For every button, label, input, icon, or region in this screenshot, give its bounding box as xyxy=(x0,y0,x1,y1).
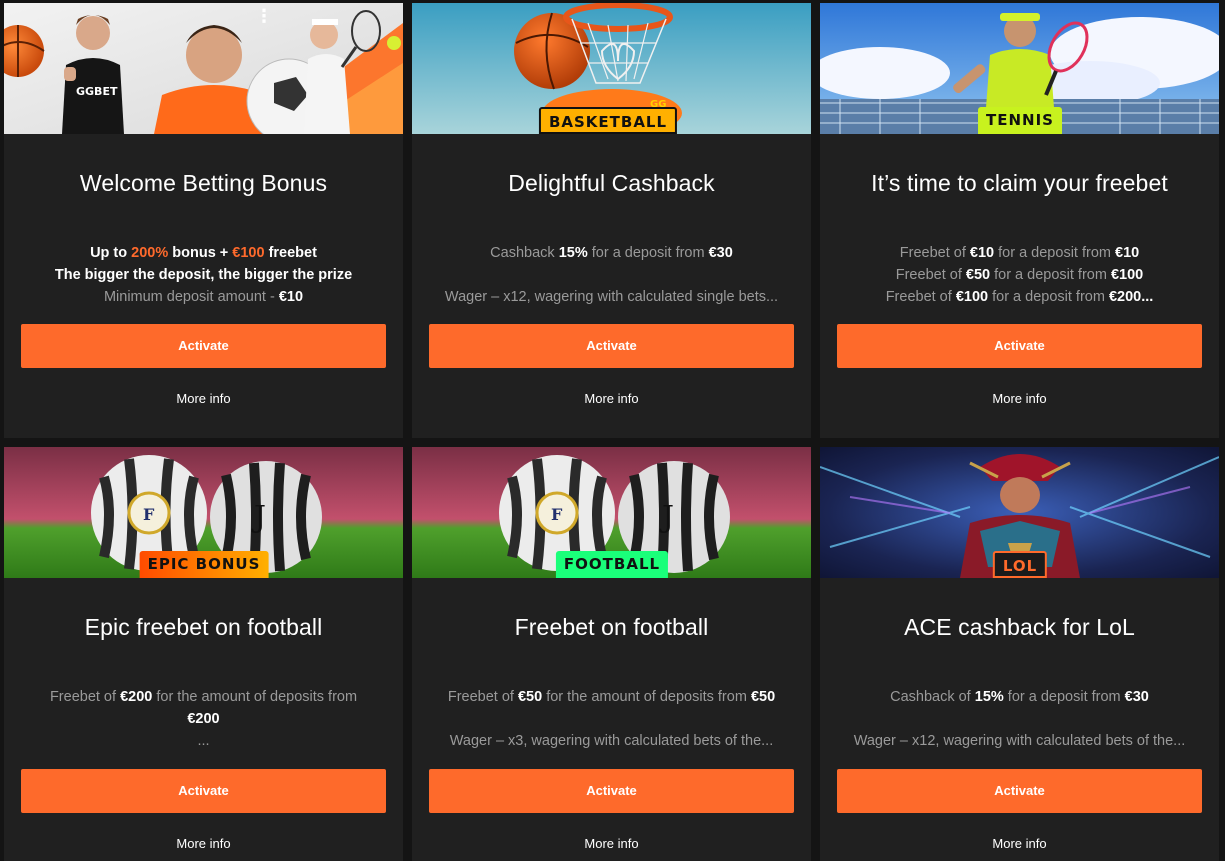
promo-banner-image: F J EPIC BONUS xyxy=(4,447,403,578)
more-info-link[interactable]: More info xyxy=(4,391,403,406)
activate-button[interactable]: Activate xyxy=(837,324,1202,368)
promo-description: Freebet of €50 for the amount of deposit… xyxy=(447,689,776,749)
promo-description: Cashback 15% for a deposit from €30 Wage… xyxy=(444,245,779,305)
more-info-link[interactable]: More info xyxy=(4,836,403,851)
more-info-link[interactable]: More info xyxy=(412,836,811,851)
more-info-link[interactable]: More info xyxy=(820,836,1219,851)
promo-description: Up to 200% bonus + €100 freebet The bigg… xyxy=(54,245,353,305)
activate-button[interactable]: Activate xyxy=(837,769,1202,813)
promo-title: Delightful Cashback xyxy=(508,170,715,196)
promo-banner-image: GG BASKETBALL xyxy=(412,3,811,134)
svg-text:GGBET: GGBET xyxy=(76,85,118,98)
promo-title: Epic freebet on football xyxy=(84,614,323,640)
activate-button[interactable]: Activate xyxy=(21,324,386,368)
promo-title: It’s time to claim your freebet xyxy=(871,170,1168,196)
more-options-icon[interactable]: ⋮ xyxy=(255,7,273,25)
promo-title: ACE cashback for LoL xyxy=(904,614,1135,640)
svg-text:F: F xyxy=(551,505,563,524)
more-info-link[interactable]: More info xyxy=(820,391,1219,406)
svg-text:J: J xyxy=(659,500,674,535)
promo-banner-image: F J FOOTBALL xyxy=(412,447,811,578)
promo-description: Freebet of €200 for the amount of deposi… xyxy=(49,689,358,749)
promo-description: Freebet of €10 for a deposit from €10 Fr… xyxy=(885,245,1154,305)
promo-description: Cashback of 15% for a deposit from €30 W… xyxy=(853,689,1186,749)
more-info-link[interactable]: More info xyxy=(412,391,811,406)
category-badge: FOOTBALL xyxy=(555,551,669,578)
athletes-illustration: GGBET xyxy=(4,3,403,134)
promo-card-freebet: TENNIS It’s time to claim your freebet F… xyxy=(820,3,1219,438)
promo-banner-image: TENNIS xyxy=(820,3,1219,134)
category-badge: TENNIS xyxy=(978,107,1062,134)
promo-banner-image: GGBET ⋮ xyxy=(4,3,403,134)
promo-title: Welcome Betting Bonus xyxy=(79,170,328,196)
promo-title: Freebet on football xyxy=(514,614,709,640)
category-badge: EPIC BONUS xyxy=(139,551,269,578)
promo-card-football-freebet: F J FOOTBALL Freebet on football Freebet… xyxy=(412,447,811,861)
category-badge: LOL xyxy=(992,551,1048,578)
activate-button[interactable]: Activate xyxy=(429,324,794,368)
activate-button[interactable]: Activate xyxy=(429,769,794,813)
svg-text:F: F xyxy=(143,505,155,524)
promo-card-epic-freebet: F J EPIC BONUS Epic freebet on football … xyxy=(4,447,403,861)
svg-text:J: J xyxy=(251,500,266,535)
promo-card-welcome: GGBET ⋮ Welcome Betting Bonus Up to 200%… xyxy=(4,3,403,438)
promo-banner-image: LOL xyxy=(820,447,1219,578)
promo-card-cashback: GG BASKETBALL Delightful Cashback Cashba… xyxy=(412,3,811,438)
category-badge: BASKETBALL xyxy=(538,107,678,134)
promo-card-lol-cashback: LOL ACE cashback for LoL Cashback of 15%… xyxy=(820,447,1219,861)
activate-button[interactable]: Activate xyxy=(21,769,386,813)
